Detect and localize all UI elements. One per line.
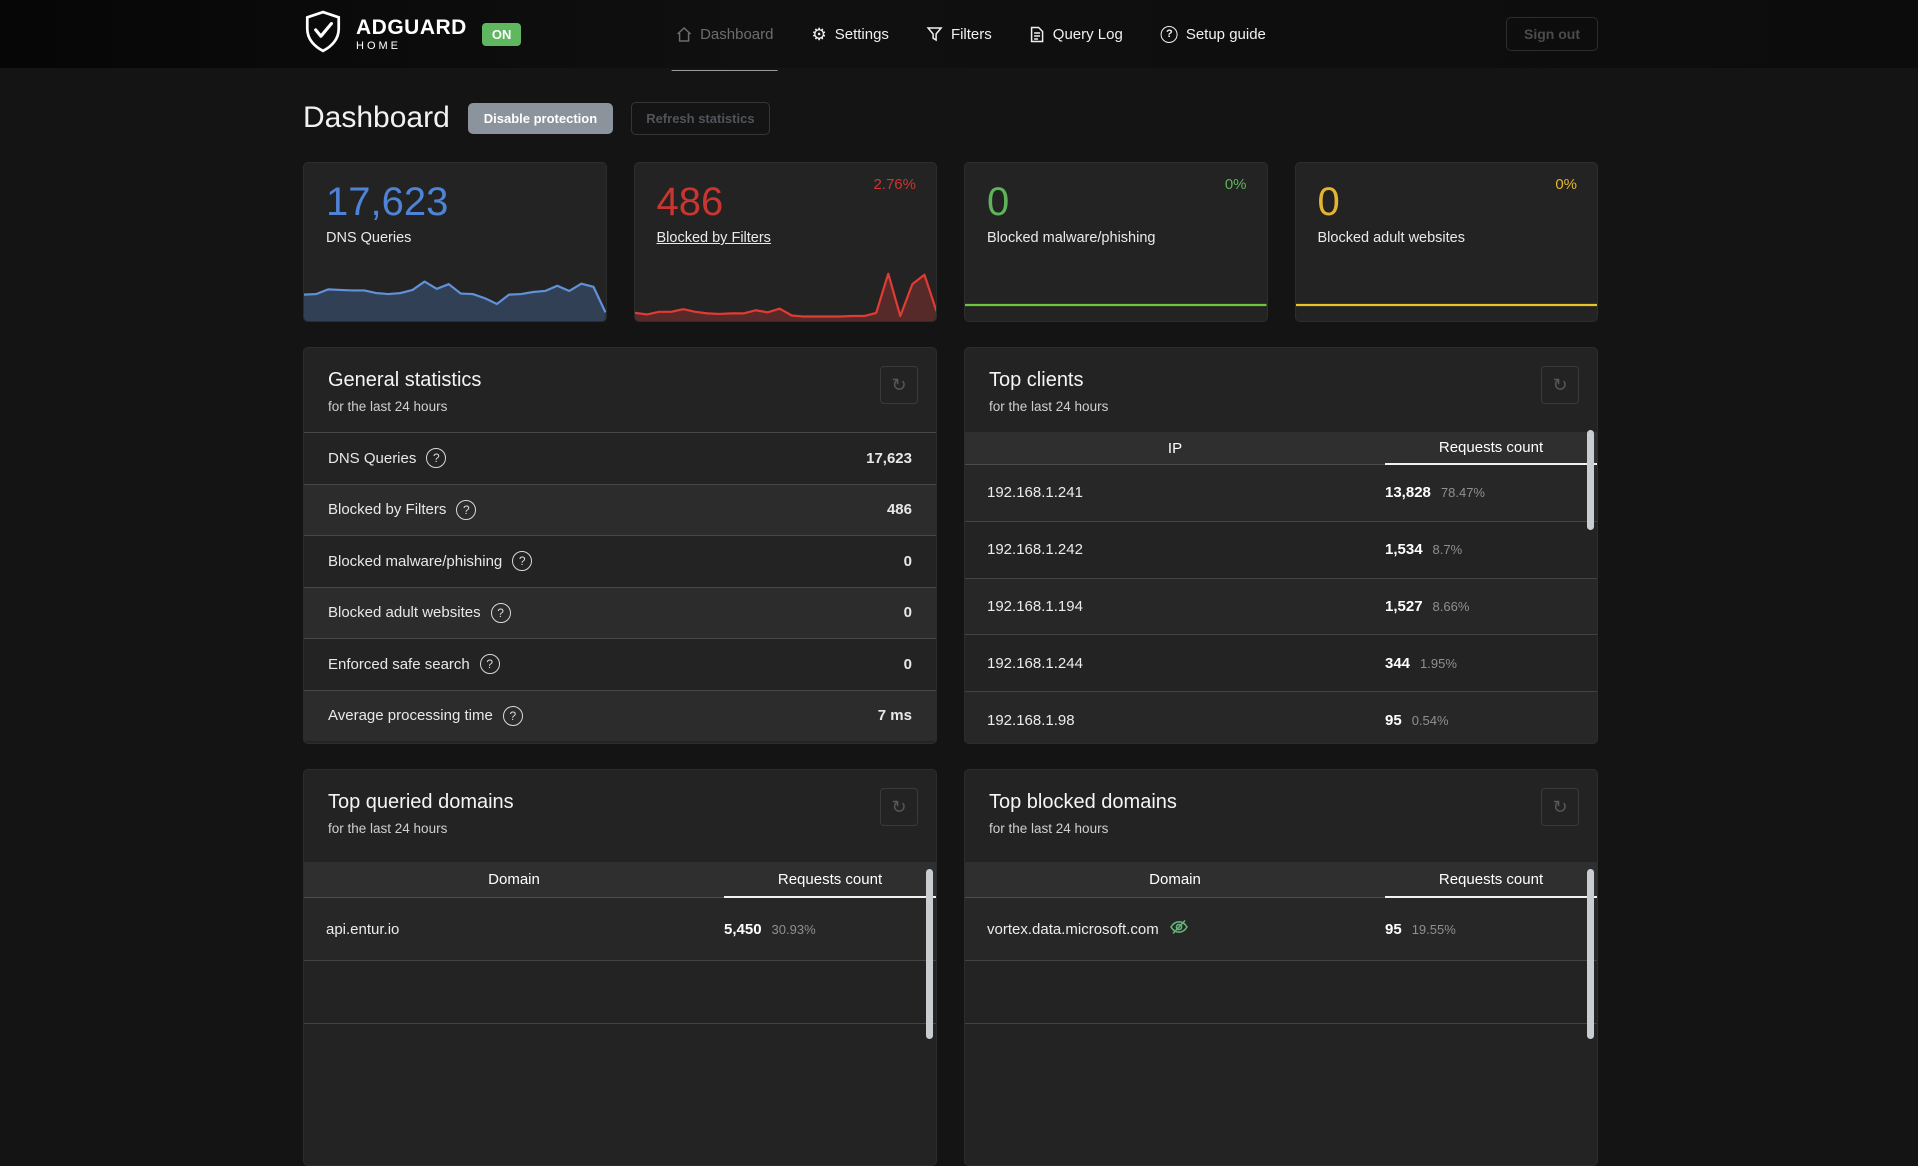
column-header-domain[interactable]: Domain — [304, 862, 724, 897]
general-statistics-title: General statistics — [328, 369, 482, 391]
domain-row: api.entur.io 5,450 30.93% — [304, 898, 936, 961]
top-blocked-table: vortex.data.microsoft.com 95 19.55% — [965, 898, 1597, 1024]
card-blocked-adult: 0 0% Blocked adult websites — [1294, 162, 1598, 322]
blocked-adult-label: Blocked adult websites — [1317, 230, 1466, 246]
protection-status-badge: ON — [481, 22, 522, 46]
stat-row: DNS Queries? 17,623 — [304, 432, 936, 484]
dns-queries-label: DNS Queries — [326, 230, 412, 246]
refresh-statistics-button[interactable]: Refresh statistics — [631, 101, 770, 135]
stat-row: Average processing time? 7 ms — [304, 689, 936, 741]
blocked-adult-sparkline — [1296, 281, 1598, 321]
eye-off-icon[interactable] — [1169, 917, 1189, 941]
top-queried-table: api.entur.io 5,450 30.93% — [304, 898, 936, 1024]
client-row: 192.168.1.242 1,534 8.7% — [965, 522, 1597, 579]
blocked-filters-link[interactable]: Blocked by Filters — [657, 230, 771, 246]
domain-row: vortex.data.microsoft.com 95 19.55% — [965, 898, 1597, 961]
top-queried-domains-title: Top queried domains — [328, 791, 514, 813]
client-row: 192.168.1.241 13,828 78.47% — [965, 465, 1597, 522]
top-blocked-domains-subtitle: for the last 24 hours — [989, 821, 1109, 836]
refresh-icon[interactable]: ↻ — [1541, 366, 1579, 404]
refresh-icon[interactable]: ↻ — [880, 366, 918, 404]
stat-row: Blocked adult websites? 0 — [304, 586, 936, 638]
help-icon[interactable]: ? — [456, 499, 477, 520]
client-row: 192.168.1.244 344 1.95% — [965, 635, 1597, 693]
top-clients-panel: Top clients for the last 24 hours ↻ IP R… — [964, 347, 1598, 744]
top-queried-domains-subtitle: for the last 24 hours — [328, 821, 448, 836]
card-blocked-by-filters: 486 2.76% Blocked by Filters — [633, 162, 937, 322]
nav-item-settings[interactable]: ⚙ Settings — [811, 0, 888, 68]
top-queried-domains-panel: Top queried domains for the last 24 hour… — [303, 769, 937, 1166]
scrollbar-thumb[interactable] — [1587, 869, 1594, 1039]
nav-item-query-log[interactable]: Query Log — [1030, 0, 1123, 68]
stat-row: Blocked malware/phishing? 0 — [304, 535, 936, 587]
blocked-malware-sparkline — [965, 281, 1267, 321]
funnel-icon — [926, 26, 943, 42]
disable-protection-button[interactable]: Disable protection — [467, 102, 614, 134]
blocked-filters-sparkline — [634, 263, 936, 321]
dns-queries-value: 17,623 — [326, 180, 449, 224]
top-queried-table-header: Domain Requests count — [304, 862, 936, 898]
dns-queries-sparkline — [304, 263, 606, 321]
column-header-requests-count[interactable]: Requests count — [1385, 862, 1597, 898]
domain-row — [965, 961, 1597, 1024]
column-header-requests-count[interactable]: Requests count — [724, 862, 936, 898]
top-clients-table-header: IP Requests count — [965, 432, 1597, 465]
client-row: 192.168.1.194 1,527 8.66% — [965, 579, 1597, 636]
top-clients-title: Top clients — [989, 369, 1084, 391]
brand-name: ADGUARD — [356, 15, 467, 39]
nav-item-setup-guide[interactable]: ? Setup guide — [1160, 0, 1266, 68]
scrollbar-thumb[interactable] — [926, 869, 933, 1039]
column-header-domain[interactable]: Domain — [965, 862, 1385, 897]
brand-sub: HOME — [356, 39, 401, 52]
blocked-malware-percent: 0% — [1224, 176, 1247, 193]
column-header-requests-count[interactable]: Requests count — [1385, 432, 1597, 465]
help-icon[interactable]: ? — [479, 654, 500, 675]
general-statistics-subtitle: for the last 24 hours — [328, 399, 448, 414]
domain-row — [304, 961, 936, 1024]
dashboard-page: Dashboard Disable protection Refresh sta… — [303, 101, 1598, 1166]
help-icon[interactable]: ? — [426, 448, 447, 469]
help-icon[interactable]: ? — [490, 602, 511, 623]
blocked-adult-value: 0 — [1317, 180, 1340, 224]
stat-row: Enforced safe search? 0 — [304, 638, 936, 690]
general-statistics-panel: General statistics for the last 24 hours… — [303, 347, 937, 744]
page-title: Dashboard — [303, 101, 450, 134]
top-blocked-domains-title: Top blocked domains — [989, 791, 1177, 813]
nav-item-dashboard[interactable]: Dashboard — [671, 0, 778, 71]
main-nav: Dashboard ⚙ Settings Filters Query Log ? — [671, 0, 1266, 71]
top-blocked-table-header: Domain Requests count — [965, 862, 1597, 898]
card-dns-queries: 17,623 DNS Queries — [303, 162, 607, 322]
blocked-malware-label: Blocked malware/phishing — [987, 230, 1156, 246]
top-navbar: ADGUARD HOME ON Dashboard ⚙ Settings Fil… — [0, 0, 1918, 71]
top-blocked-domains-panel: Top blocked domains for the last 24 hour… — [964, 769, 1598, 1166]
refresh-icon[interactable]: ↻ — [880, 788, 918, 826]
help-icon[interactable]: ? — [502, 705, 523, 726]
sign-out-button[interactable]: Sign out — [1506, 17, 1598, 51]
blocked-filters-percent: 2.76% — [873, 176, 916, 193]
gear-icon: ⚙ — [811, 24, 827, 44]
home-icon — [675, 26, 692, 43]
blocked-adult-percent: 0% — [1555, 176, 1577, 193]
card-blocked-malware: 0 0% Blocked malware/phishing — [964, 162, 1268, 322]
client-row: 192.168.1.98 95 0.54% — [965, 692, 1597, 743]
help-circle-icon: ? — [1160, 25, 1178, 43]
top-clients-table: 192.168.1.241 13,828 78.47% 192.168.1.242… — [965, 465, 1597, 743]
general-statistics-list: DNS Queries? 17,623 Blocked by Filters? … — [304, 432, 936, 741]
scrollbar-thumb[interactable] — [1587, 430, 1594, 530]
blocked-malware-value: 0 — [987, 180, 1010, 224]
brand-logo[interactable]: ADGUARD HOME — [303, 10, 467, 59]
top-clients-subtitle: for the last 24 hours — [989, 399, 1109, 414]
nav-item-filters[interactable]: Filters — [926, 0, 992, 68]
refresh-icon[interactable]: ↻ — [1541, 788, 1579, 826]
stat-row: Blocked by Filters? 486 — [304, 483, 936, 535]
document-icon — [1030, 26, 1045, 43]
help-icon[interactable]: ? — [512, 551, 533, 572]
stat-cards-row: 17,623 DNS Queries 486 2.76% Blocked by … — [303, 162, 1598, 322]
column-header-ip[interactable]: IP — [965, 432, 1385, 464]
shield-check-icon — [303, 10, 343, 59]
